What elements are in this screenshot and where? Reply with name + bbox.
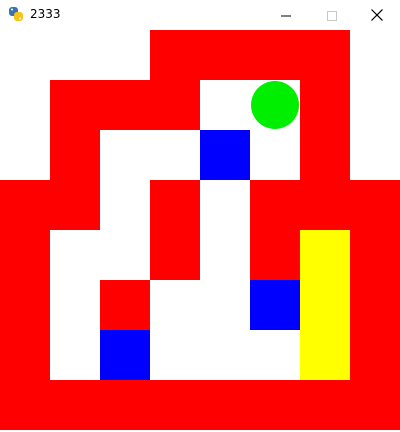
wall-tile: [250, 230, 300, 280]
wall-tile: [150, 380, 200, 430]
window-title: 2333: [30, 7, 61, 21]
wall-tile: [0, 280, 50, 330]
wall-tile: [0, 330, 50, 380]
wall-tile: [350, 330, 400, 380]
wall-tile: [200, 30, 250, 80]
floor-tile: [200, 180, 250, 230]
wall-tile: [150, 30, 200, 80]
floor-tile: [250, 330, 300, 380]
floor-tile: [150, 130, 200, 180]
wall-tile: [100, 380, 150, 430]
wall-tile: [50, 130, 100, 180]
player-ball: [251, 81, 299, 129]
game-board: [0, 30, 400, 430]
wall-tile: [0, 230, 50, 280]
floor-tile: [200, 230, 250, 280]
wall-tile: [350, 230, 400, 280]
floor-tile: [50, 280, 100, 330]
floor-tile: [100, 180, 150, 230]
close-icon: [371, 6, 383, 25]
target-tile: [300, 230, 350, 280]
wall-tile: [200, 380, 250, 430]
wall-tile: [350, 280, 400, 330]
wall-tile: [150, 230, 200, 280]
wall-tile: [0, 180, 50, 230]
floor-tile: [200, 330, 250, 380]
wall-tile: [100, 80, 150, 130]
wall-tile: [300, 80, 350, 130]
minimize-icon: [281, 6, 291, 25]
maximize-button[interactable]: [309, 0, 355, 30]
box-tile: [100, 330, 150, 380]
box-tile: [250, 280, 300, 330]
floor-tile: [150, 330, 200, 380]
wall-tile: [300, 30, 350, 80]
wall-tile: [50, 180, 100, 230]
close-button[interactable]: [354, 0, 400, 30]
floor-tile: [50, 330, 100, 380]
wall-tile: [300, 380, 350, 430]
floor-tile: [200, 280, 250, 330]
target-tile: [300, 280, 350, 330]
maximize-icon: [327, 6, 337, 25]
wall-tile: [250, 180, 300, 230]
minimize-button[interactable]: [263, 0, 309, 30]
floor-tile: [50, 230, 100, 280]
floor-tile: [100, 130, 150, 180]
python-icon: [8, 6, 24, 22]
wall-tile: [50, 80, 100, 130]
target-tile: [300, 330, 350, 380]
wall-tile: [350, 380, 400, 430]
wall-tile: [250, 380, 300, 430]
wall-tile: [150, 180, 200, 230]
wall-tile: [100, 280, 150, 330]
title-bar: 2333: [0, 0, 400, 30]
floor-tile: [250, 130, 300, 180]
floor-tile: [200, 80, 250, 130]
wall-tile: [50, 380, 100, 430]
wall-tile: [250, 30, 300, 80]
floor-tile: [150, 280, 200, 330]
wall-tile: [300, 180, 350, 230]
floor-tile: [100, 230, 150, 280]
box-tile: [200, 130, 250, 180]
wall-tile: [350, 180, 400, 230]
wall-tile: [0, 380, 50, 430]
wall-tile: [300, 130, 350, 180]
wall-tile: [150, 80, 200, 130]
